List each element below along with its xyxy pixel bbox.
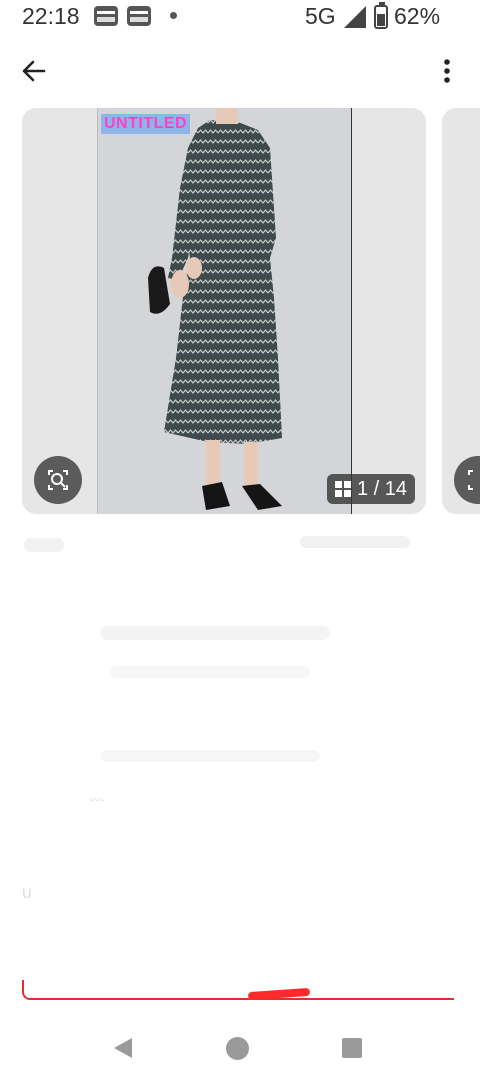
primary-action-button-edge[interactable] — [22, 980, 454, 1000]
circle-home-icon[interactable] — [226, 1037, 249, 1060]
system-navigation-bar — [0, 1010, 480, 1080]
notification-news-icon — [94, 6, 118, 26]
watermark-label: UNTITLED — [101, 114, 191, 134]
triangle-back-icon[interactable] — [112, 1036, 134, 1060]
visual-search-icon — [468, 470, 473, 490]
status-time: 22:18 — [22, 3, 80, 29]
visual-search-button[interactable] — [454, 456, 480, 504]
square-recents-icon[interactable] — [342, 1038, 362, 1058]
product-image-card[interactable]: UNTITLED 1 / 14 — [22, 108, 426, 514]
more-notifications-dot-icon — [170, 12, 177, 19]
placeholder-block — [300, 536, 410, 548]
placeholder-block — [100, 626, 330, 640]
image-counter-button[interactable]: 1 / 14 — [327, 474, 416, 504]
signal-icon — [344, 6, 366, 28]
next-image-card[interactable] — [442, 108, 480, 514]
network-type: 5G — [305, 3, 336, 29]
faded-snippet: ᵕᵕᵕ — [90, 792, 105, 807]
battery-percent: 62% — [394, 3, 441, 29]
visual-search-button[interactable] — [34, 456, 82, 504]
placeholder-block — [24, 538, 64, 552]
status-bar: 22:18 5G 62% — [0, 0, 480, 34]
more-options-button[interactable] — [432, 52, 462, 92]
action-bar — [0, 918, 480, 1010]
product-photo[interactable] — [97, 108, 352, 514]
dress-model-image — [148, 108, 282, 510]
placeholder-block — [100, 750, 320, 762]
battery-icon — [374, 2, 388, 29]
grid-icon — [335, 481, 351, 497]
image-counter-text: 1 / 14 — [357, 477, 408, 500]
back-button[interactable] — [14, 52, 54, 92]
notification-news-icon — [127, 6, 151, 26]
visual-search-icon — [48, 470, 68, 490]
arrow-left-icon — [22, 60, 46, 82]
faded-snippet: ᑌ — [22, 886, 32, 901]
placeholder-block — [110, 666, 310, 678]
more-vertical-icon — [444, 59, 450, 83]
